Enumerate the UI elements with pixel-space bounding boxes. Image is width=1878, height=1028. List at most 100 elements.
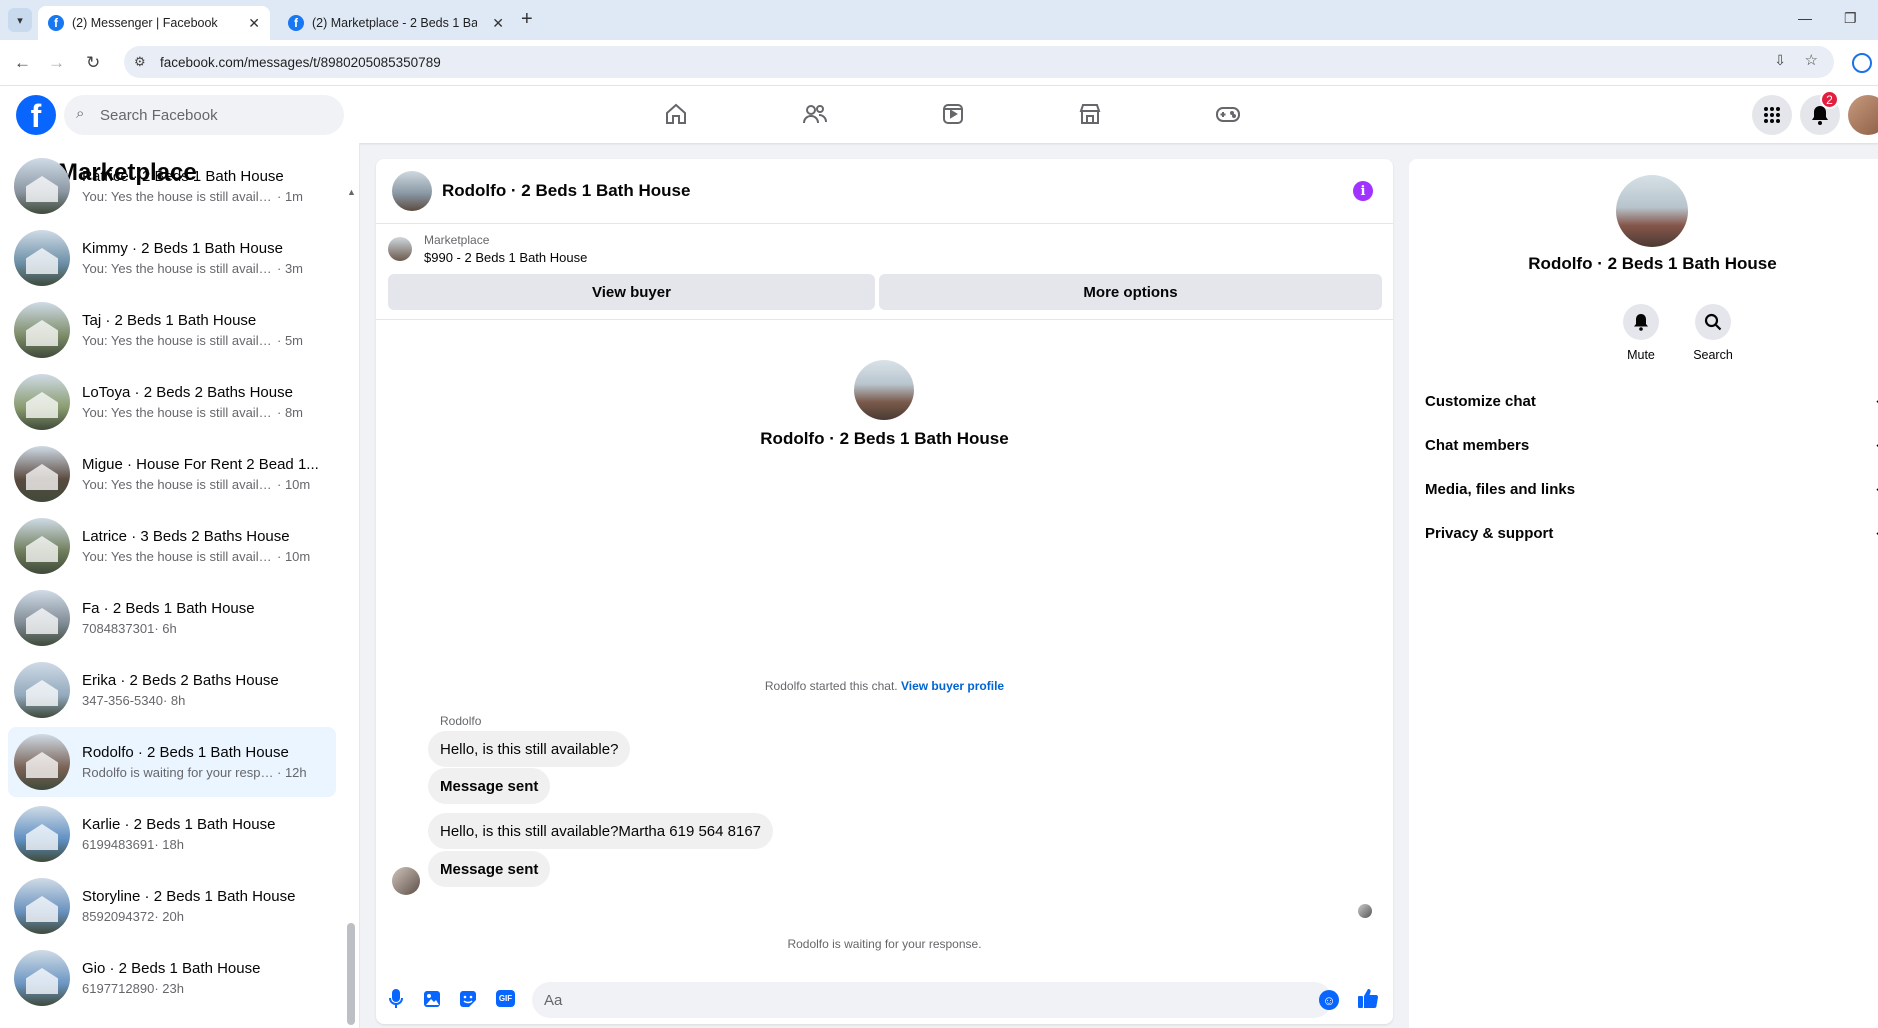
conversation-avatar — [14, 518, 70, 574]
sticker-icon[interactable] — [458, 989, 478, 1009]
gaming-icon[interactable] — [1214, 100, 1242, 128]
search-placeholder: Search Facebook — [100, 106, 218, 124]
microphone-icon[interactable] — [386, 989, 406, 1009]
sender-avatar[interactable] — [392, 867, 420, 895]
browser-tab-messenger[interactable]: f (2) Messenger | Facebook ✕ — [38, 6, 270, 40]
contact-name: Rodolfo · 2 Beds 1 Bath House — [760, 429, 1009, 448]
contact-avatar[interactable] — [1616, 175, 1688, 247]
restore-icon[interactable]: ❐ — [1844, 10, 1857, 27]
conversation-item[interactable]: Kimmy · 2 Beds 1 Bath House You: Yes the … — [8, 223, 336, 293]
browser-profile-icon[interactable] — [1852, 53, 1872, 73]
conversation-item[interactable]: Taj · 2 Beds 1 Bath House You: Yes the ho… — [8, 295, 336, 365]
view-buyer-profile-link[interactable]: View buyer profile — [901, 679, 1004, 693]
conversation-item[interactable]: Erika · 2 Beds 2 Baths House 347-356-5340… — [8, 655, 336, 725]
chat-title[interactable]: Rodolfo · 2 Beds 1 Bath House — [442, 181, 690, 201]
tab-title: (2) Messenger | Facebook — [72, 16, 218, 30]
back-icon[interactable]: ← — [14, 53, 31, 73]
chat-members-section[interactable]: Chat members ⌄ — [1425, 425, 1878, 465]
menu-grid-icon[interactable] — [1752, 95, 1792, 135]
account-avatar[interactable] — [1848, 95, 1878, 135]
video-icon[interactable] — [939, 100, 967, 128]
conversation-snippet: 8592094372 · 20h — [82, 909, 295, 924]
snippet-text: You: Yes the house is still available ..… — [82, 189, 277, 204]
tab-title: (2) Marketplace - 2 Beds 1 Bath — [312, 16, 477, 30]
conversation-snippet: 347-356-5340 · 8h — [82, 693, 279, 708]
install-app-icon[interactable]: ⇩ — [1774, 52, 1786, 69]
sidebar-scrollbar[interactable] — [347, 923, 355, 1025]
bookmark-star-icon[interactable]: ☆ — [1805, 51, 1818, 69]
snippet-text: Rodolfo is waiting for your respon... — [82, 765, 277, 780]
snippet-time: · 18h — [154, 837, 184, 852]
conversation-snippet: 6199483691 · 18h — [82, 837, 275, 852]
message-bubble[interactable]: Message sent — [428, 768, 551, 804]
section-label: Media, files and links — [1425, 480, 1576, 498]
conversation-item[interactable]: Karlie · 2 Beds 1 Bath House 6199483691 ·… — [8, 799, 336, 869]
minimize-icon[interactable]: — — [1798, 10, 1812, 26]
conversation-text: Storyline · 2 Beds 1 Bath House 859209437… — [82, 888, 295, 924]
message-bubble[interactable]: Hello, is this still available? — [428, 731, 631, 767]
search-icon: ⌕ — [76, 105, 85, 122]
bell-icon — [1623, 304, 1659, 340]
search-label: Search — [1693, 348, 1733, 362]
customize-chat-section[interactable]: Customize chat ⌄ — [1425, 381, 1878, 421]
url-field[interactable]: ⚙ facebook.com/messages/t/89802050853507… — [124, 46, 1834, 78]
snippet-time: · 6h — [154, 621, 177, 636]
message-bubble[interactable]: Message sent — [428, 851, 551, 887]
media-files-links-section[interactable]: Media, files and links ⌄ — [1425, 469, 1878, 509]
message-bubble[interactable]: Hello, is this still available?Martha 61… — [428, 813, 774, 849]
snippet-text: 8592094372 — [82, 909, 155, 924]
browser-tab-marketplace[interactable]: f (2) Marketplace - 2 Beds 1 Bath ✕ — [278, 6, 514, 40]
reload-icon[interactable]: ↻ — [86, 53, 100, 73]
conversation-sidebar: ← Marketplace ▲ Patrice · 2 Beds 1 Bath … — [0, 143, 360, 1028]
conversation-item[interactable]: Patrice · 2 Beds 1 Bath House You: Yes th… — [8, 151, 336, 221]
conversation-snippet: 7084837301 · 6h — [82, 621, 255, 636]
snippet-text: You: Yes the house is still available ..… — [82, 333, 277, 348]
mute-button[interactable]: Mute — [1611, 304, 1671, 362]
site-info-icon[interactable]: ⚙ — [134, 54, 146, 70]
forward-icon[interactable]: → — [48, 53, 65, 73]
contact-avatar-large[interactable] — [854, 360, 914, 420]
marketplace-icon[interactable] — [1076, 100, 1104, 128]
conversation-text: Patrice · 2 Beds 1 Bath House You: Yes th… — [82, 168, 303, 204]
message-input[interactable] — [532, 982, 1332, 1018]
section-label: Customize chat — [1425, 392, 1536, 410]
conversation-avatar — [14, 806, 70, 862]
snippet-text: You: Yes the house is still available ..… — [82, 261, 277, 276]
close-tab-icon[interactable]: ✕ — [248, 15, 260, 32]
info-icon[interactable]: i — [1353, 181, 1373, 201]
photo-icon[interactable] — [422, 989, 442, 1009]
friends-icon[interactable] — [801, 100, 829, 128]
more-options-button[interactable]: More options — [879, 274, 1382, 310]
facebook-favicon-icon: f — [288, 15, 304, 31]
scroll-up-icon[interactable]: ▲ — [347, 187, 356, 197]
emoji-icon[interactable]: ☺ — [1319, 990, 1339, 1010]
new-tab-button[interactable]: + — [521, 8, 533, 31]
conversation-item[interactable]: Rodolfo · 2 Beds 1 Bath House Rodolfo is … — [8, 727, 336, 797]
close-tab-icon[interactable]: ✕ — [492, 15, 504, 32]
conversation-item[interactable]: Migue · House For Rent 2 Bead 1... You: Y… — [8, 439, 336, 509]
conversation-avatar — [14, 878, 70, 934]
snippet-text: 6197712890 — [82, 981, 155, 996]
privacy-support-section[interactable]: Privacy & support ⌄ — [1425, 513, 1878, 553]
conversation-item[interactable]: Latrice · 3 Beds 2 Baths House You: Yes t… — [8, 511, 336, 581]
conversation-item[interactable]: LoToya · 2 Beds 2 Baths House You: Yes th… — [8, 367, 336, 437]
conversation-name: Rodolfo · 2 Beds 1 Bath House — [82, 744, 289, 761]
conversation-name: Karlie · 2 Beds 1 Bath House — [82, 816, 276, 833]
home-icon[interactable] — [662, 100, 690, 128]
tab-list-button[interactable]: ▾ — [8, 8, 32, 32]
conversation-text: Taj · 2 Beds 1 Bath House You: Yes the ho… — [82, 312, 303, 348]
address-bar: ← → ↻ ⚙ facebook.com/messages/t/89802050… — [0, 40, 1878, 86]
conversation-item[interactable]: Storyline · 2 Beds 1 Bath House 859209437… — [8, 871, 336, 941]
conversation-item[interactable]: Fa · 2 Beds 1 Bath House 7084837301 · 6h — [8, 583, 336, 653]
conversation-item[interactable]: Gio · 2 Beds 1 Bath House 6197712890 · 23… — [8, 943, 336, 1013]
chat-header-avatar[interactable] — [392, 171, 432, 211]
conversation-text: LoToya · 2 Beds 2 Baths House You: Yes th… — [82, 384, 303, 420]
view-buyer-button[interactable]: View buyer — [388, 274, 875, 310]
marketplace-listing[interactable]: Marketplace $990 - 2 Beds 1 Bath House — [388, 233, 587, 265]
snippet-text: You: Yes the house is still availabl... — [82, 549, 277, 564]
gif-icon[interactable]: GIF — [496, 990, 515, 1007]
facebook-logo-icon[interactable]: f — [16, 95, 56, 135]
search-button[interactable]: Search — [1683, 304, 1743, 362]
thumbs-up-icon[interactable] — [1357, 987, 1379, 1015]
facebook-search-input[interactable]: ⌕ Search Facebook — [64, 95, 344, 135]
